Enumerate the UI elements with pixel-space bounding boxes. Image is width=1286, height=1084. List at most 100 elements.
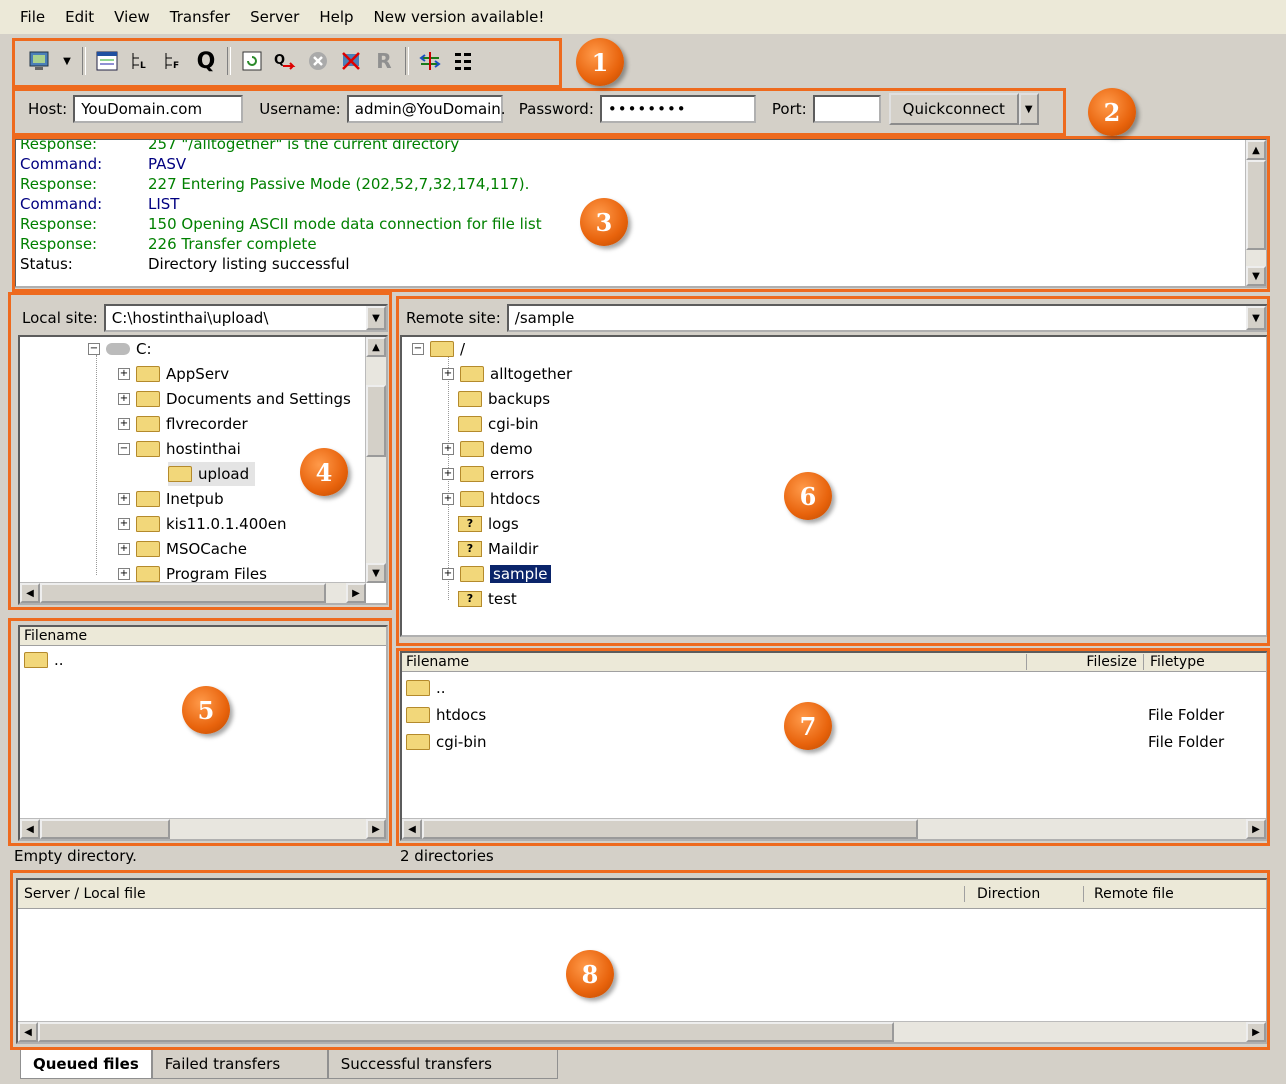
scroll-thumb[interactable] [40,583,326,603]
expand-icon[interactable]: + [442,443,454,455]
expand-icon[interactable]: + [118,368,130,380]
expand-icon[interactable]: + [118,393,130,405]
tree-item-msocache[interactable]: + MSOCache [118,537,247,561]
remote-file-list[interactable]: Filename Filesize Filetype .. htdocs File… [400,651,1268,841]
reconnect-icon[interactable]: R [372,49,396,73]
scroll-left-icon[interactable]: ◀ [18,1022,38,1042]
scroll-right-icon[interactable]: ▶ [366,819,386,839]
tree-item-alltogether[interactable]: + alltogether [442,362,572,386]
scroll-left-icon[interactable]: ◀ [20,583,40,603]
tree-item-c-drive[interactable]: − C: [88,337,152,361]
expand-icon[interactable]: + [442,568,454,580]
dropdown-arrow-icon[interactable]: ▼ [61,49,73,73]
expand-icon[interactable]: + [118,493,130,505]
tree-item-backups[interactable]: backups [458,387,550,411]
filter-icon[interactable] [451,49,475,73]
collapse-icon[interactable]: − [118,443,130,455]
filename-column-header[interactable]: Filename [402,654,1027,670]
scroll-down-icon[interactable]: ▼ [366,563,386,583]
remote-list-hscrollbar[interactable]: ◀ ▶ [402,818,1266,839]
quickconnect-button[interactable]: Quickconnect [888,93,1019,125]
tree-item-maildir[interactable]: ? Maildir [458,537,538,561]
tree-item-test[interactable]: ? test [458,587,517,611]
expand-icon[interactable]: + [118,543,130,555]
message-log[interactable]: Response: 257 "/alltogether" is the curre… [14,138,1268,288]
scroll-thumb[interactable] [38,1022,894,1042]
tree-item-errors[interactable]: + errors [442,462,534,486]
tab-queued-files[interactable]: Queued files [20,1050,152,1079]
local-tree-hscrollbar[interactable]: ◀ ▶ [20,582,366,603]
log-scrollbar[interactable]: ▲ ▼ [1245,140,1266,286]
filesize-column-header[interactable]: Filesize [1027,654,1144,670]
table-row[interactable]: cgi-bin File Folder [406,729,1256,755]
tree-item-kis[interactable]: + kis11.0.1.400en [118,512,287,536]
expand-icon[interactable]: + [442,368,454,380]
expand-icon[interactable]: + [118,418,130,430]
tree-item-inetpub[interactable]: + Inetpub [118,487,224,511]
filetype-column-header[interactable]: Filetype [1144,654,1205,670]
scroll-left-icon[interactable]: ◀ [402,819,422,839]
menu-new-version[interactable]: New version available! [374,8,545,26]
host-input[interactable]: YouDomain.com [73,95,244,123]
list-item[interactable]: .. [24,647,64,673]
tree-item-root[interactable]: − / [412,337,465,361]
tree-item-upload[interactable]: upload [168,462,256,486]
tree-item-htdocs[interactable]: + htdocs [442,487,540,511]
chevron-down-icon[interactable]: ▼ [366,306,386,330]
menu-file[interactable]: File [20,8,45,26]
tree-item-demo[interactable]: + demo [442,437,533,461]
tree-item-documents[interactable]: + Documents and Settings [118,387,351,411]
port-input[interactable] [812,95,881,123]
menu-help[interactable]: Help [319,8,353,26]
scroll-left-icon[interactable]: ◀ [20,819,40,839]
expand-icon[interactable]: + [442,493,454,505]
quickconnect-history-dropdown[interactable]: ▼ [1018,93,1039,125]
direction-column-header[interactable]: Direction [965,886,1084,902]
scroll-thumb[interactable] [40,819,170,839]
scroll-right-icon[interactable]: ▶ [1246,1022,1266,1042]
scroll-down-icon[interactable]: ▼ [1246,266,1266,286]
toggle-local-tree-icon[interactable]: L [128,49,152,73]
toggle-log-icon[interactable] [95,49,119,73]
site-manager-icon[interactable] [28,49,52,73]
remote-tree[interactable]: − / + alltogether backups cgi-bin + demo + e… [400,335,1268,637]
chevron-down-icon[interactable]: ▼ [1246,306,1266,330]
menu-server[interactable]: Server [250,8,299,26]
queue-hscrollbar[interactable]: ◀ ▶ [18,1021,1266,1042]
scroll-up-icon[interactable]: ▲ [366,337,386,357]
toggle-queue-icon[interactable]: Q [194,49,218,74]
transfer-queue[interactable]: Server / Local file Direction Remote fil… [16,878,1268,1044]
tab-failed-transfers[interactable]: Failed transfers [151,1050,328,1079]
scroll-right-icon[interactable]: ▶ [346,583,366,603]
process-queue-icon[interactable]: Q [273,49,297,73]
cancel-icon[interactable] [306,49,330,73]
log-scroll-thumb[interactable] [1246,160,1266,250]
remote-file-column-header[interactable]: Remote file [1084,886,1174,902]
menu-edit[interactable]: Edit [65,8,94,26]
compare-icon[interactable] [418,49,442,73]
scroll-thumb[interactable] [366,385,386,457]
server-local-file-column-header[interactable]: Server / Local file [18,886,965,902]
tree-item-appserv[interactable]: + AppServ [118,362,229,386]
scroll-up-icon[interactable]: ▲ [1246,140,1266,160]
tree-item-sample[interactable]: + sample [442,562,552,586]
tree-item-cgi-bin[interactable]: cgi-bin [458,412,539,436]
collapse-icon[interactable]: − [412,343,424,355]
menu-transfer[interactable]: Transfer [170,8,230,26]
remote-path-combo[interactable]: /sample ▼ [506,304,1268,332]
toggle-remote-tree-icon[interactable]: F [161,49,185,73]
tree-item-logs[interactable]: ? logs [458,512,519,536]
scroll-thumb[interactable] [422,819,918,839]
local-list-hscrollbar[interactable]: ◀ ▶ [20,818,386,839]
tree-item-hostinthai[interactable]: − hostinthai [118,437,241,461]
table-row[interactable]: .. [406,675,1256,701]
tab-successful-transfers[interactable]: Successful transfers [327,1050,558,1079]
menu-view[interactable]: View [114,8,150,26]
expand-icon[interactable]: + [118,518,130,530]
collapse-icon[interactable]: − [88,343,100,355]
local-tree-vscrollbar[interactable]: ▲ ▼ [365,337,386,583]
tree-item-flvrecorder[interactable]: + flvrecorder [118,412,248,436]
refresh-icon[interactable] [240,49,264,73]
expand-icon[interactable]: + [442,468,454,480]
password-input[interactable]: •••••••• [599,95,756,123]
